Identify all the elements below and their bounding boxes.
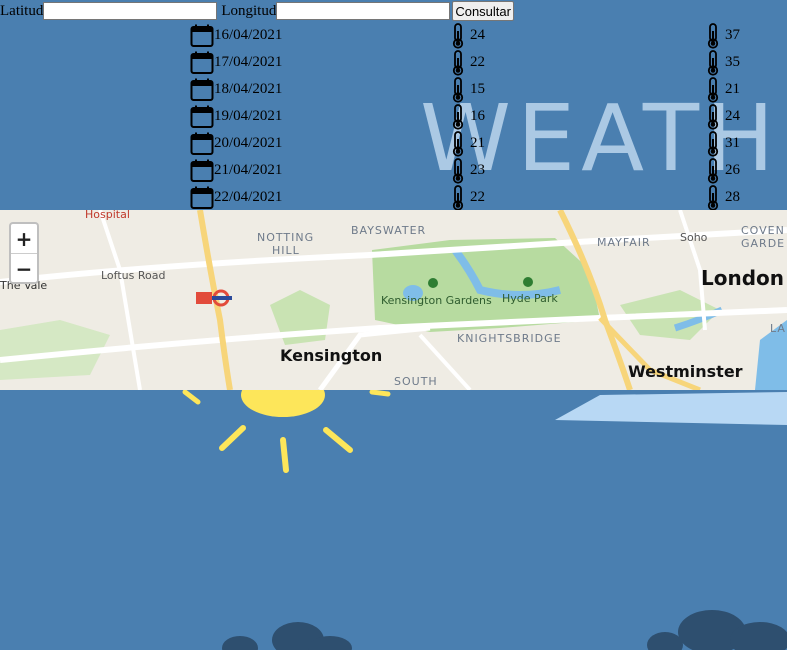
forecast-date-cell: 18/04/2021 <box>190 76 282 103</box>
calendar-icon <box>190 51 214 75</box>
forecast-max-cell: 31 <box>706 130 740 157</box>
forecast-max-temp: 24 <box>725 108 740 124</box>
forecast-row: 21/04/2021 23 26 <box>0 157 787 184</box>
forecast-max-cell: 26 <box>706 157 740 184</box>
forecast-min-temp: 23 <box>470 162 485 178</box>
map-label-covent-2: GARDE <box>741 237 786 250</box>
forecast-max-temp: 26 <box>725 162 740 178</box>
map-label-notting-hill-2: HILL <box>272 244 300 257</box>
latitude-label: Latitud <box>0 3 44 19</box>
forecast-date-cell: 17/04/2021 <box>190 49 282 76</box>
forecast-min-temp: 15 <box>470 81 485 97</box>
forecast-date-cell: 19/04/2021 <box>190 103 282 130</box>
forecast-max-cell: 24 <box>706 103 740 130</box>
map-label-loftus-road: Loftus Road <box>101 269 166 282</box>
map-label-la: LA <box>770 322 786 335</box>
forecast-max-cell: 21 <box>706 76 740 103</box>
thermometer-icon <box>706 103 720 130</box>
forecast-min-temp: 22 <box>470 54 485 70</box>
forecast-max-temp: 21 <box>725 81 740 97</box>
consultar-button[interactable]: Consultar <box>452 1 514 21</box>
longitude-label: Longitud <box>221 3 277 19</box>
calendar-icon <box>190 24 214 48</box>
forecast-row: 16/04/2021 24 37 <box>0 22 787 49</box>
map-label-london: London <box>701 266 785 290</box>
forecast-min-cell: 24 <box>451 22 485 49</box>
forecast-date: 19/04/2021 <box>214 108 283 124</box>
forecast-max-cell: 35 <box>706 49 740 76</box>
map-label-hyde-park: Hyde Park <box>502 292 558 305</box>
forecast-min-temp: 21 <box>470 135 485 151</box>
forecast-min-temp: 24 <box>470 27 485 43</box>
forecast-date-cell: 22/04/2021 <box>190 184 282 211</box>
map-label-kensington-gardens: Kensington Gardens <box>381 294 492 307</box>
map-label-soho: Soho <box>680 231 708 244</box>
map-label-mayfair: MAYFAIR <box>597 236 651 249</box>
forecast-list: 16/04/2021 24 37 17/04/2021 22 35 18/04/2021 15… <box>0 22 787 211</box>
map-label-south: SOUTH <box>394 375 438 388</box>
map-label-westminster: Westminster <box>628 362 743 381</box>
forecast-min-cell: 15 <box>451 76 485 103</box>
forecast-max-temp: 28 <box>725 189 740 205</box>
forecast-date: 16/04/2021 <box>214 27 283 43</box>
calendar-icon <box>190 78 214 102</box>
zoom-out-button[interactable]: − <box>11 254 37 283</box>
thermometer-icon <box>451 157 465 184</box>
forecast-date: 20/04/2021 <box>214 135 283 151</box>
forecast-min-temp: 22 <box>470 189 485 205</box>
forecast-max-temp: 37 <box>725 27 740 43</box>
calendar-icon <box>190 132 214 156</box>
map-label-bayswater: BAYSWATER <box>351 224 427 237</box>
calendar-icon <box>190 159 214 183</box>
forecast-date-cell: 16/04/2021 <box>190 22 282 49</box>
thermometer-icon <box>706 157 720 184</box>
forecast-min-cell: 21 <box>451 130 485 157</box>
forecast-min-cell: 23 <box>451 157 485 184</box>
map-label-knightsbridge: KNIGHTSBRIDGE <box>457 332 562 345</box>
forecast-max-temp: 35 <box>725 54 740 70</box>
forecast-min-cell: 16 <box>451 103 485 130</box>
thermometer-icon <box>451 22 465 49</box>
forecast-date: 22/04/2021 <box>214 189 283 205</box>
forecast-max-cell: 37 <box>706 22 740 49</box>
thermometer-icon <box>451 130 465 157</box>
thermometer-icon <box>451 184 465 211</box>
forecast-date: 21/04/2021 <box>214 162 283 178</box>
thermometer-icon <box>451 103 465 130</box>
forecast-row: 20/04/2021 21 31 <box>0 130 787 157</box>
map-label-hospital: Hospital <box>85 210 130 221</box>
thermometer-icon <box>706 130 720 157</box>
thermometer-icon <box>451 76 465 103</box>
forecast-row: 17/04/2021 22 35 <box>0 49 787 76</box>
calendar-icon <box>190 105 214 129</box>
forecast-row: 18/04/2021 15 21 <box>0 76 787 103</box>
latitude-input[interactable] <box>43 2 218 20</box>
forecast-row: 19/04/2021 16 24 <box>0 103 787 130</box>
thermometer-icon <box>451 49 465 76</box>
map-label-covent-1: COVEN <box>741 224 785 237</box>
map-label-notting-hill-1: NOTTING <box>257 231 315 244</box>
forecast-date-cell: 20/04/2021 <box>190 130 282 157</box>
calendar-icon <box>190 186 214 210</box>
forecast-min-cell: 22 <box>451 184 485 211</box>
thermometer-icon <box>706 76 720 103</box>
thermometer-icon <box>706 22 720 49</box>
forecast-max-cell: 28 <box>706 184 740 211</box>
coordinates-form: Latitud Longitud Consultar <box>0 0 787 22</box>
forecast-date: 18/04/2021 <box>214 81 283 97</box>
forecast-row: 22/04/2021 22 28 <box>0 184 787 211</box>
map-view[interactable]: Hospital NOTTING HILL BAYSWATER MAYFAIR … <box>0 210 787 390</box>
forecast-min-cell: 22 <box>451 49 485 76</box>
thermometer-icon <box>706 49 720 76</box>
forecast-date-cell: 21/04/2021 <box>190 157 282 184</box>
forecast-date: 17/04/2021 <box>214 54 283 70</box>
forecast-max-temp: 31 <box>725 135 740 151</box>
forecast-min-temp: 16 <box>470 108 485 124</box>
map-zoom-control: + − <box>9 222 39 284</box>
zoom-in-button[interactable]: + <box>11 224 37 253</box>
thermometer-icon <box>706 184 720 211</box>
longitude-input[interactable] <box>276 2 451 20</box>
map-label-kensington: Kensington <box>280 346 383 365</box>
